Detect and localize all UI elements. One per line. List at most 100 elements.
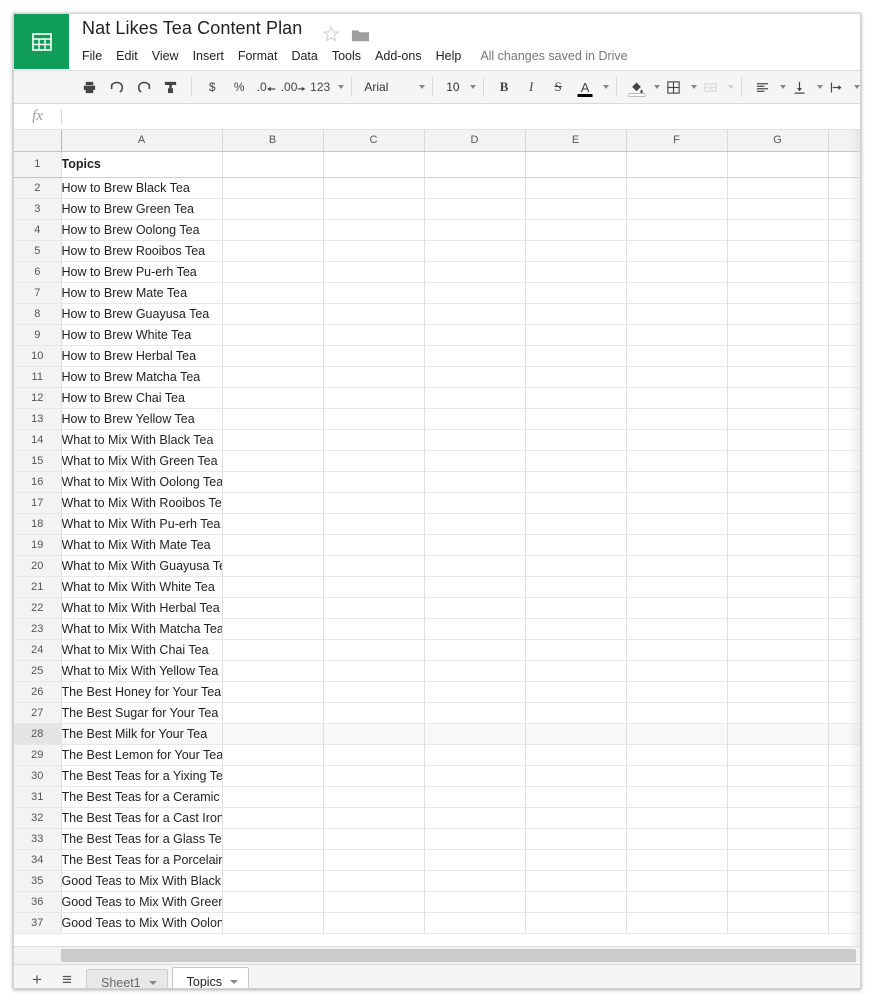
text-color-caret-icon[interactable] (602, 85, 609, 89)
chevron-down-icon[interactable] (148, 980, 157, 985)
row-header[interactable]: 20 (14, 555, 62, 577)
grid-cell[interactable] (727, 912, 829, 934)
percent-format-button[interactable]: % (227, 74, 252, 100)
grid-cell[interactable]: How to Brew Chai Tea (61, 387, 223, 409)
grid-cell[interactable] (323, 786, 425, 808)
paint-format-button[interactable] (158, 74, 183, 100)
grid-cell[interactable] (424, 471, 526, 493)
grid-cell[interactable] (828, 807, 860, 829)
grid-cell[interactable] (828, 597, 860, 619)
grid-cell[interactable] (525, 240, 627, 262)
grid-cell[interactable]: The Best Teas for a Cast Iron Teapot (61, 807, 223, 829)
row-header[interactable]: 7 (14, 282, 62, 304)
row-header[interactable]: 18 (14, 513, 62, 535)
bold-button[interactable]: B (492, 74, 517, 100)
row-header[interactable]: 27 (14, 702, 62, 724)
grid-cell[interactable]: The Best Honey for Your Tea (61, 681, 223, 703)
row-header[interactable]: 8 (14, 303, 62, 325)
grid-cell[interactable] (828, 555, 860, 577)
grid-cell[interactable] (525, 177, 627, 199)
grid-cell[interactable] (727, 534, 829, 556)
horizontal-scrollbar-thumb[interactable] (61, 949, 856, 962)
number-format-caret-icon[interactable] (337, 85, 344, 89)
grid-cell[interactable] (222, 807, 324, 829)
grid-cell[interactable] (222, 828, 324, 850)
grid-cell[interactable] (424, 492, 526, 514)
grid-cell[interactable] (727, 891, 829, 913)
row-header[interactable]: 22 (14, 597, 62, 619)
grid-cell[interactable] (424, 555, 526, 577)
grid-cell[interactable] (323, 324, 425, 346)
grid-cell[interactable] (222, 345, 324, 367)
grid-cell[interactable] (424, 702, 526, 724)
grid-cell[interactable] (525, 849, 627, 871)
grid-cell[interactable] (323, 765, 425, 787)
grid-cell[interactable] (424, 219, 526, 241)
grid-cell[interactable] (323, 151, 425, 178)
grid-cell[interactable]: The Best Teas for a Ceramic Teapot (61, 786, 223, 808)
grid-cell[interactable] (626, 870, 728, 892)
grid-cell[interactable] (323, 555, 425, 577)
italic-button[interactable]: I (519, 74, 544, 100)
column-header-d[interactable]: D (424, 130, 526, 152)
grid-cell[interactable] (424, 723, 526, 745)
grid-cell[interactable] (323, 471, 425, 493)
grid-cell[interactable] (525, 429, 627, 451)
grid-cell[interactable] (828, 786, 860, 808)
grid-cell[interactable] (323, 618, 425, 640)
grid-cell[interactable]: What to Mix With Pu-erh Tea (61, 513, 223, 535)
grid-cell[interactable] (323, 912, 425, 934)
grid-cell[interactable] (626, 408, 728, 430)
menu-item-help[interactable]: Help (429, 47, 469, 65)
grid-cell[interactable] (222, 618, 324, 640)
column-header-g[interactable]: G (727, 130, 829, 152)
grid-cell[interactable]: What to Mix With Mate Tea (61, 534, 223, 556)
grid-cell[interactable] (525, 681, 627, 703)
grid-cell[interactable] (626, 345, 728, 367)
folder-icon[interactable] (351, 28, 370, 42)
row-header[interactable]: 35 (14, 870, 62, 892)
row-header[interactable]: 26 (14, 681, 62, 703)
grid-cell[interactable] (323, 681, 425, 703)
grid-cell[interactable] (222, 765, 324, 787)
grid-cell[interactable] (828, 282, 860, 304)
grid-cell[interactable] (424, 597, 526, 619)
column-header-b[interactable]: B (222, 130, 324, 152)
font-size-caret-icon[interactable] (469, 85, 476, 89)
grid-cell[interactable] (525, 723, 627, 745)
menu-item-insert[interactable]: Insert (186, 47, 231, 65)
grid-cell[interactable] (727, 639, 829, 661)
grid-cell[interactable] (323, 534, 425, 556)
grid-cell[interactable] (323, 282, 425, 304)
grid-cell[interactable] (828, 471, 860, 493)
grid-cell[interactable] (828, 513, 860, 535)
grid-cell[interactable] (828, 408, 860, 430)
grid-cell[interactable] (222, 702, 324, 724)
grid-cell[interactable] (525, 870, 627, 892)
grid-cell[interactable] (626, 660, 728, 682)
grid-cell[interactable] (323, 870, 425, 892)
grid-cell[interactable]: How to Brew Oolong Tea (61, 219, 223, 241)
sheet-tab-sheet1[interactable]: Sheet1 (86, 969, 168, 988)
grid-cell[interactable] (323, 597, 425, 619)
horizontal-scrollbar-track[interactable] (14, 946, 860, 964)
row-header[interactable]: 33 (14, 828, 62, 850)
grid-cell[interactable] (323, 828, 425, 850)
grid-cell[interactable] (828, 723, 860, 745)
grid-cell[interactable] (424, 849, 526, 871)
sheets-logo[interactable] (14, 14, 69, 69)
number-format-button[interactable]: 123 (308, 74, 333, 100)
grid-cell[interactable]: How to Brew Rooibos Tea (61, 240, 223, 262)
font-name-caret-icon[interactable] (419, 85, 426, 89)
grid-cell[interactable]: What to Mix With White Tea (61, 576, 223, 598)
grid-cell[interactable] (828, 240, 860, 262)
grid-cell[interactable] (626, 429, 728, 451)
grid-cell[interactable] (727, 282, 829, 304)
grid-cell[interactable] (323, 849, 425, 871)
grid-cell[interactable] (626, 639, 728, 661)
grid-cell[interactable] (222, 723, 324, 745)
grid-cell[interactable] (424, 912, 526, 934)
row-header[interactable]: 34 (14, 849, 62, 871)
grid-cell[interactable] (626, 177, 728, 199)
menu-item-data[interactable]: Data (284, 47, 324, 65)
